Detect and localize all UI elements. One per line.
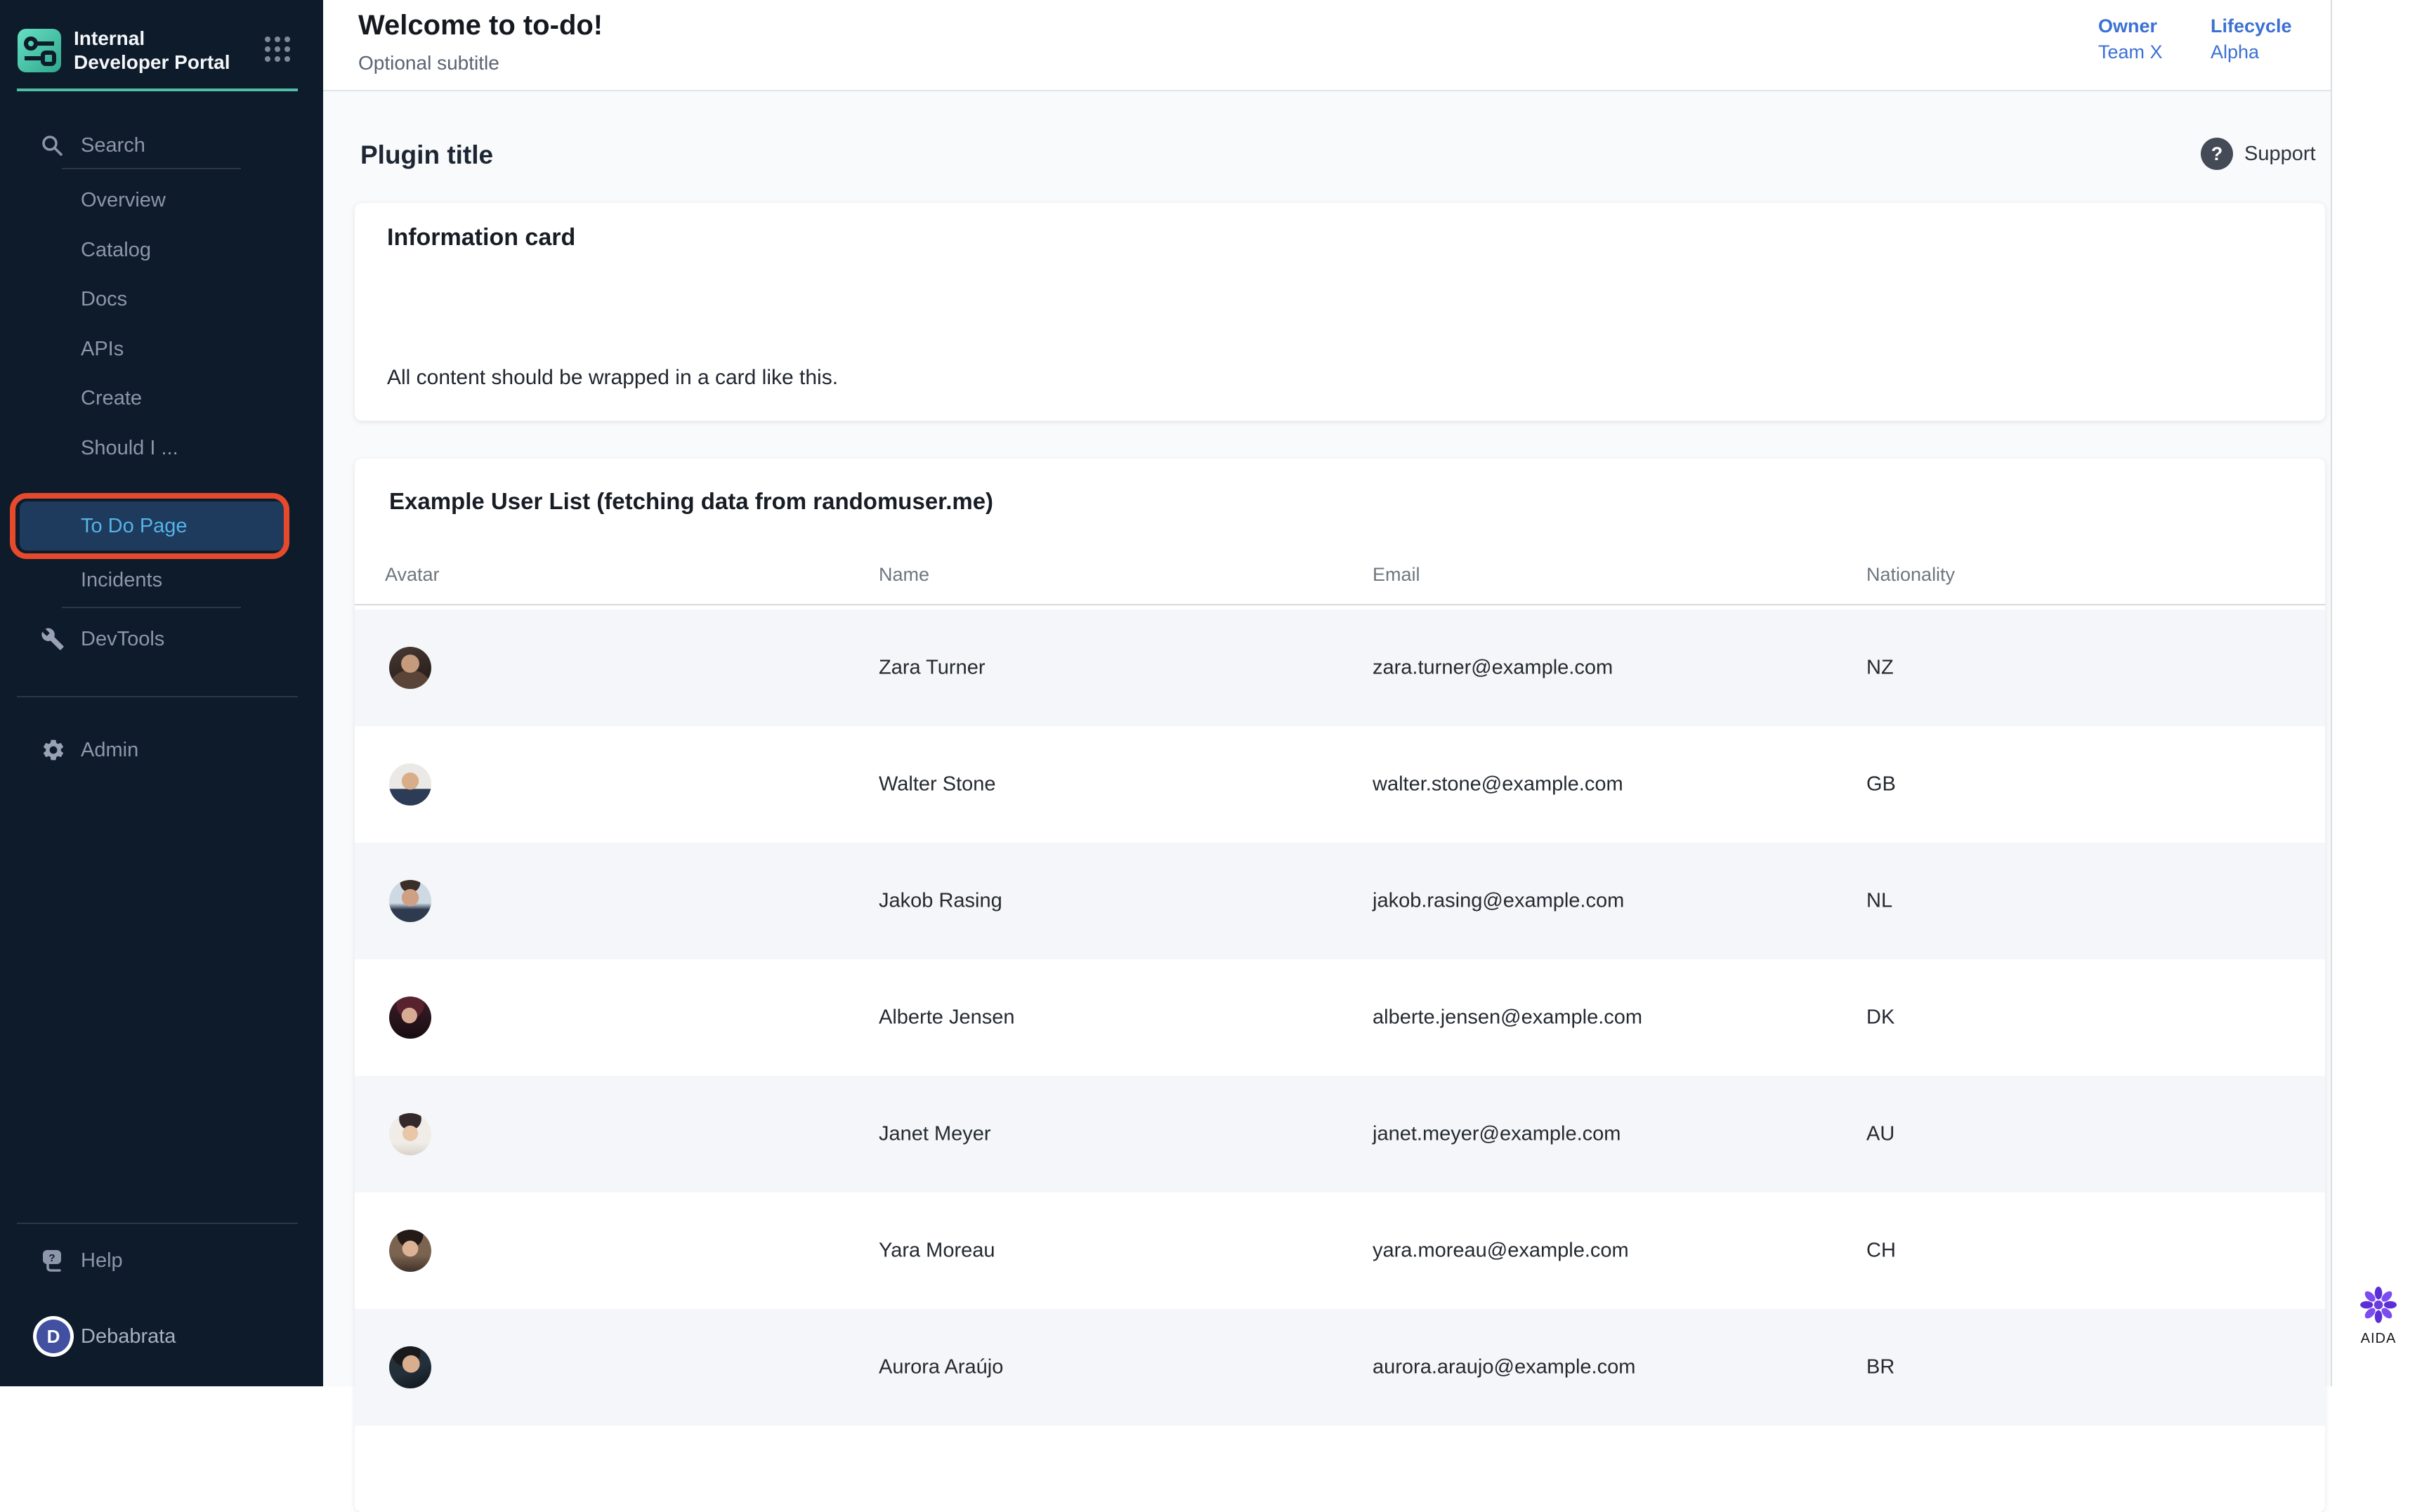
sidebar: Internal Developer Portal Search Overvie… <box>0 0 323 1386</box>
divider <box>62 168 241 169</box>
content-header-title: Plugin title <box>360 140 493 170</box>
question-mark-icon: ? <box>2201 138 2233 170</box>
main-content: Welcome to to-do! Optional subtitle Owne… <box>323 0 2331 1386</box>
table-row: Aurora Araújo aurora.araujo@example.com … <box>355 1309 2325 1426</box>
column-header-avatar: Avatar <box>385 564 440 586</box>
user-photo-avatar <box>389 763 431 806</box>
sidebar-user[interactable]: D Debabrata <box>0 1312 323 1361</box>
table-header-row: Avatar Name Email Nationality <box>355 564 2325 596</box>
aida-assistant-button[interactable]: AIDA <box>2357 1285 2400 1347</box>
divider <box>17 696 298 697</box>
user-photo-avatar <box>389 1346 431 1388</box>
user-photo-avatar <box>389 997 431 1039</box>
sidebar-item-overview[interactable]: Overview <box>0 176 323 225</box>
table-row: Yara Moreau yara.moreau@example.com CH <box>355 1192 2325 1309</box>
user-list-card: Example User List (fetching data from ra… <box>355 459 2325 1512</box>
owner-label: Owner <box>2098 15 2163 37</box>
table-row: Zara Turner zara.turner@example.com NZ <box>355 610 2325 726</box>
support-button[interactable]: ? Support <box>2201 138 2316 170</box>
divider <box>17 1223 298 1224</box>
sidebar-item-should-i[interactable]: Should I ... <box>0 423 323 473</box>
svg-text:?: ? <box>48 1252 55 1264</box>
sidebar-item-create[interactable]: Create <box>0 374 323 423</box>
app-logo-icon <box>18 29 61 72</box>
user-name: Debabrata <box>0 1325 176 1348</box>
user-avatar: D <box>37 1320 70 1353</box>
wrench-icon <box>41 627 65 651</box>
divider <box>62 607 241 608</box>
information-card: Information card All content should be w… <box>355 203 2325 421</box>
lifecycle-value-link[interactable]: Alpha <box>2211 41 2292 63</box>
app-logo-row: Internal Developer Portal <box>18 27 306 74</box>
right-gutter: AIDA <box>2331 0 2422 1386</box>
table-row: Alberte Jensen alberte.jensen@example.co… <box>355 959 2325 1076</box>
user-photo-avatar <box>389 880 431 922</box>
lifecycle-meta: Lifecycle Alpha <box>2211 15 2292 63</box>
sidebar-item-incidents[interactable]: Incidents <box>0 556 323 605</box>
table-body: Zara Turner zara.turner@example.com NZ W… <box>355 610 2325 1426</box>
sidebar-item-catalog[interactable]: Catalog <box>0 225 323 275</box>
page-title: Welcome to to-do! <box>358 10 603 41</box>
user-photo-avatar <box>389 647 431 689</box>
search-icon <box>41 134 63 157</box>
user-list-title: Example User List (fetching data from ra… <box>389 488 993 515</box>
app-title: Internal Developer Portal <box>74 27 235 74</box>
table-header-divider <box>355 604 2325 605</box>
information-card-body: All content should be wrapped in a card … <box>387 366 838 390</box>
sidebar-item-to-do-page[interactable]: To Do Page <box>20 501 284 551</box>
sidebar-accent-rule <box>17 88 298 91</box>
help-chat-icon: ? <box>41 1247 67 1274</box>
sidebar-item-help[interactable]: ? Help <box>0 1236 323 1285</box>
table-row: Walter Stone walter.stone@example.com GB <box>355 726 2325 843</box>
page-header: Welcome to to-do! Optional subtitle Owne… <box>323 0 2331 91</box>
lifecycle-label: Lifecycle <box>2211 15 2292 37</box>
sidebar-item-admin[interactable]: Admin <box>0 725 323 775</box>
column-header-name: Name <box>879 564 929 586</box>
aida-label: AIDA <box>2361 1331 2397 1347</box>
sidebar-item-apis[interactable]: APIs <box>0 324 323 374</box>
aida-flower-icon <box>2359 1285 2398 1328</box>
column-header-nationality: Nationality <box>1866 564 1955 586</box>
user-photo-avatar <box>389 1113 431 1155</box>
sidebar-item-devtools[interactable]: DevTools <box>0 614 323 664</box>
page-subtitle: Optional subtitle <box>358 52 499 74</box>
support-label: Support <box>2244 143 2316 166</box>
table-row: Jakob Rasing jakob.rasing@example.com NL <box>355 843 2325 959</box>
column-header-email: Email <box>1373 564 1420 586</box>
sidebar-item-docs[interactable]: Docs <box>0 275 323 324</box>
user-photo-avatar <box>389 1230 431 1272</box>
table-row: Janet Meyer janet.meyer@example.com AU <box>355 1076 2325 1192</box>
information-card-title: Information card <box>387 224 575 251</box>
owner-meta: Owner Team X <box>2098 15 2163 63</box>
app-grid-icon[interactable] <box>263 35 292 67</box>
search-label: Search <box>0 134 145 157</box>
gear-icon <box>41 737 66 763</box>
sidebar-item-search[interactable]: Search <box>0 121 323 170</box>
owner-value-link[interactable]: Team X <box>2098 41 2163 63</box>
